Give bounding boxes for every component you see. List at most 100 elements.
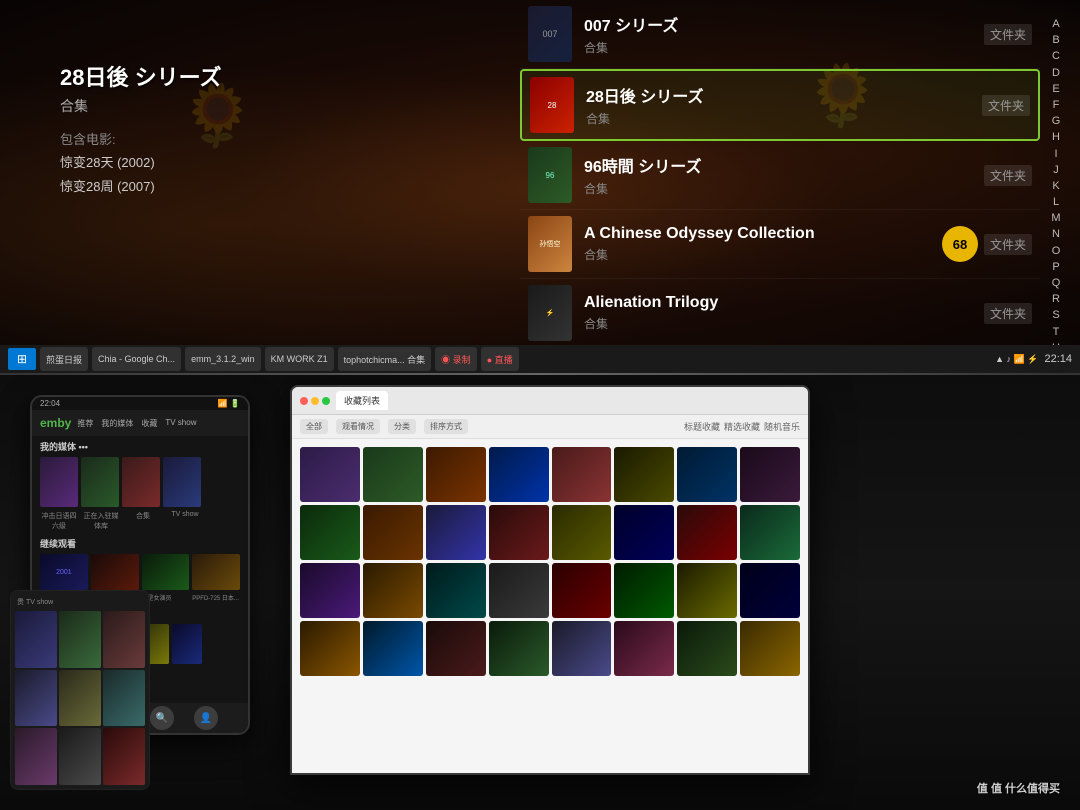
alpha-q[interactable]: Q <box>1052 277 1061 290</box>
alpha-d[interactable]: D <box>1052 67 1060 80</box>
alpha-t[interactable]: T <box>1053 326 1060 339</box>
toolbar-sort[interactable]: 排序方式 <box>424 419 468 434</box>
phone-grid-2[interactable] <box>59 611 101 668</box>
alpha-s[interactable]: S <box>1052 309 1059 322</box>
media-thumb-2[interactable] <box>81 457 119 507</box>
toolbar-all[interactable]: 全部 <box>300 419 328 434</box>
maximize-btn[interactable] <box>322 397 330 405</box>
taskbar-item-5[interactable]: tophotchicma... 合集 <box>338 347 432 371</box>
list-item-96[interactable]: 96 96時間 シリーズ 合集 文件夹 <box>520 141 1040 210</box>
grid-item-2[interactable] <box>363 447 423 502</box>
phone-search-btn[interactable]: 🔍 <box>150 706 174 730</box>
latest-thumb-5[interactable] <box>172 624 202 664</box>
minimize-btn[interactable] <box>311 397 319 405</box>
tab-random[interactable]: 随机音乐 <box>764 420 800 433</box>
phone-grid-8[interactable] <box>59 728 101 785</box>
phone-grid-4[interactable] <box>15 670 57 727</box>
phone-grid-7[interactable] <box>15 728 57 785</box>
grid-item-12[interactable] <box>489 505 549 560</box>
grid-item-31[interactable] <box>677 621 737 676</box>
alpha-b[interactable]: B <box>1052 34 1059 47</box>
grid-item-17[interactable] <box>300 563 360 618</box>
continue-thumb-3[interactable] <box>142 554 190 590</box>
alpha-h[interactable]: H <box>1052 131 1060 144</box>
taskbar-item-3[interactable]: emm_3.1.2_win <box>185 347 261 371</box>
grid-item-11[interactable] <box>426 505 486 560</box>
phone-grid-1[interactable] <box>15 611 57 668</box>
alpha-m[interactable]: M <box>1051 212 1060 225</box>
continue-thumb-2[interactable] <box>91 554 139 590</box>
media-thumb-4[interactable] <box>163 457 201 507</box>
phone-grid-3[interactable] <box>103 611 145 668</box>
grid-item-15[interactable] <box>677 505 737 560</box>
grid-item-30[interactable] <box>614 621 674 676</box>
taskbar-item-2[interactable]: Chia - Google Ch... <box>92 347 181 371</box>
alpha-o[interactable]: O <box>1052 245 1061 258</box>
start-button[interactable]: ⊞ <box>8 348 36 370</box>
taskbar-item-4[interactable]: KM WORK Z1 <box>265 347 334 371</box>
alpha-i[interactable]: I <box>1054 148 1057 161</box>
grid-item-3[interactable] <box>426 447 486 502</box>
grid-item-27[interactable] <box>426 621 486 676</box>
grid-item-22[interactable] <box>614 563 674 618</box>
phone-grid-6[interactable] <box>103 670 145 727</box>
grid-item-13[interactable] <box>552 505 612 560</box>
phone-person-btn[interactable]: 👤 <box>194 706 218 730</box>
grid-item-14[interactable] <box>614 505 674 560</box>
phone-grid-9[interactable] <box>103 728 145 785</box>
alpha-a[interactable]: A <box>1052 18 1059 31</box>
grid-item-29[interactable] <box>552 621 612 676</box>
grid-item-10[interactable] <box>363 505 423 560</box>
alpha-r[interactable]: R <box>1052 293 1060 306</box>
alpha-f[interactable]: F <box>1053 99 1060 112</box>
tab-featured[interactable]: 精选收藏 <box>724 420 760 433</box>
alpha-l[interactable]: L <box>1053 196 1059 209</box>
media-thumb-3[interactable] <box>122 457 160 507</box>
alpha-p[interactable]: P <box>1052 261 1059 274</box>
list-item-28days[interactable]: 28 28日後 シリーズ 合集 文件夹 <box>520 69 1040 141</box>
grid-item-21[interactable] <box>552 563 612 618</box>
taskbar-item-1[interactable]: 煎蛋日报 <box>40 347 88 371</box>
nav-media[interactable]: 我的媒体 <box>101 418 133 429</box>
media-thumb-1[interactable] <box>40 457 78 507</box>
grid-item-23[interactable] <box>677 563 737 618</box>
grid-item-32[interactable] <box>740 621 800 676</box>
nav-recommend[interactable]: 推荐 <box>77 418 93 429</box>
list-item-007[interactable]: 007 007 シリーズ 合集 文件夹 <box>520 0 1040 69</box>
grid-item-7[interactable] <box>677 447 737 502</box>
alpha-n[interactable]: N <box>1052 228 1060 241</box>
grid-item-5[interactable] <box>552 447 612 502</box>
list-item-alienation[interactable]: ⚡ Alienation Trilogy 合集 文件夹 <box>520 279 1040 348</box>
phone-grid-5[interactable] <box>59 670 101 727</box>
close-btn[interactable] <box>300 397 308 405</box>
alpha-k[interactable]: K <box>1052 180 1059 193</box>
alpha-e[interactable]: E <box>1052 83 1059 96</box>
grid-item-25[interactable] <box>300 621 360 676</box>
grid-item-19[interactable] <box>426 563 486 618</box>
grid-item-4[interactable] <box>489 447 549 502</box>
nav-tvshow[interactable]: TV show <box>165 418 196 429</box>
list-item-odyssey[interactable]: 孙悟空 A Chinese Odyssey Collection 合集 68 文… <box>520 210 1040 279</box>
taskbar-item-record[interactable]: ◉ 录制 <box>435 347 477 371</box>
toolbar-category[interactable]: 分类 <box>388 419 416 434</box>
grid-item-28[interactable] <box>489 621 549 676</box>
nav-more[interactable]: 收藏 <box>141 418 157 429</box>
grid-item-20[interactable] <box>489 563 549 618</box>
grid-item-16[interactable] <box>740 505 800 560</box>
toolbar-watch-status[interactable]: 观看情况 <box>336 419 380 434</box>
grid-item-9[interactable] <box>300 505 360 560</box>
grid-item-18[interactable] <box>363 563 423 618</box>
alpha-c[interactable]: C <box>1052 50 1060 63</box>
alpha-j[interactable]: J <box>1053 164 1059 177</box>
grid-item-24[interactable] <box>740 563 800 618</box>
browser-tab[interactable]: 收藏列表 <box>336 391 388 410</box>
grid-item-6[interactable] <box>614 447 674 502</box>
tab-collection[interactable]: 标题收藏 <box>684 420 720 433</box>
grid-item-8[interactable] <box>740 447 800 502</box>
grid-item-26[interactable] <box>363 621 423 676</box>
alpha-g[interactable]: G <box>1052 115 1061 128</box>
continue-thumb-1[interactable]: 2001 <box>40 554 88 590</box>
grid-item-1[interactable] <box>300 447 360 502</box>
continue-thumb-4[interactable] <box>192 554 240 590</box>
taskbar-item-live[interactable]: ● 直播 <box>481 347 519 371</box>
